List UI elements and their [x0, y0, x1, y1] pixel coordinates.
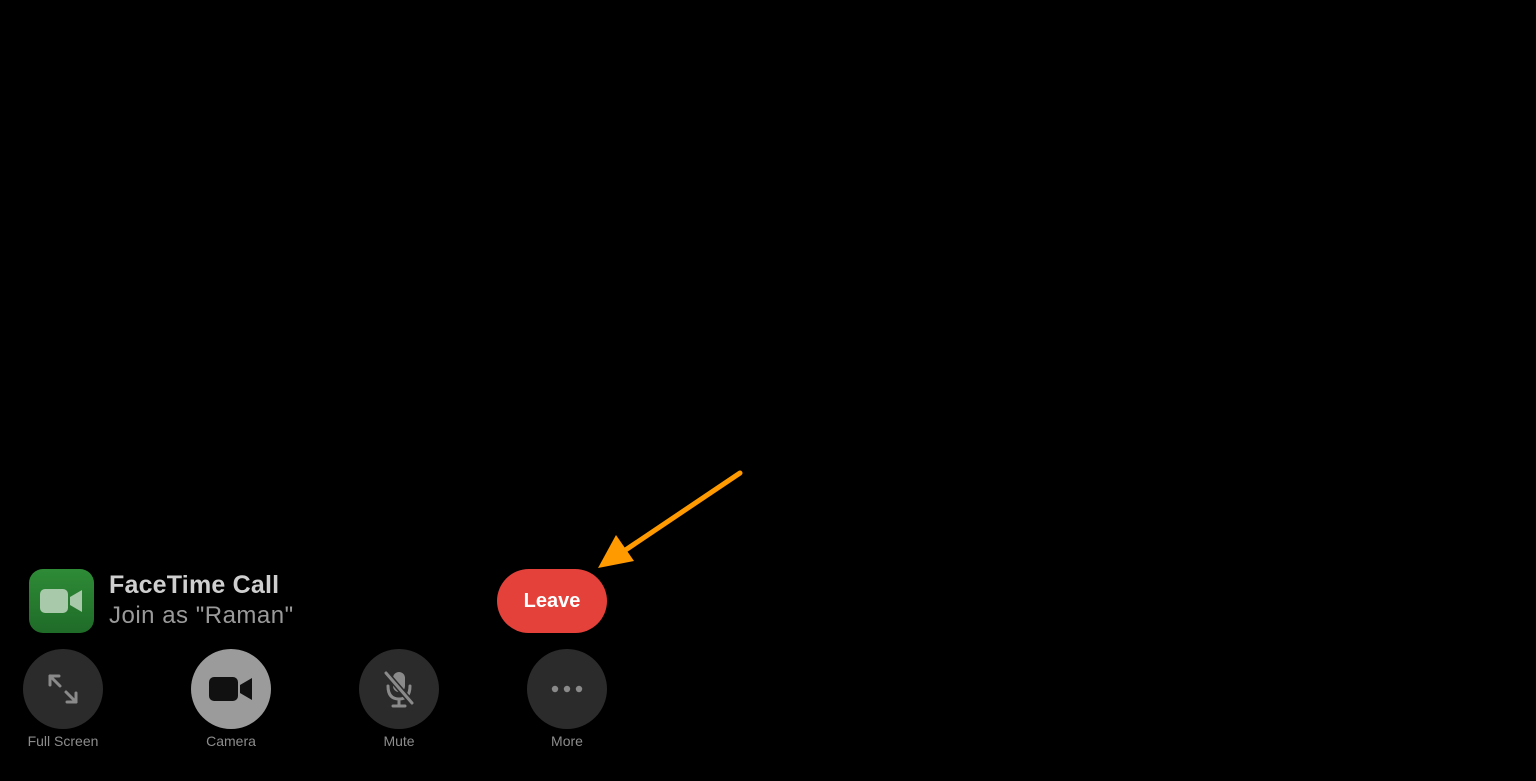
video-camera-icon: [39, 589, 82, 613]
leave-button[interactable]: Leave: [497, 569, 607, 633]
more-circle[interactable]: [527, 649, 607, 729]
more-label: More: [551, 733, 583, 749]
call-header: FaceTime Call Join as "Raman": [29, 569, 294, 633]
full-screen-circle[interactable]: [23, 649, 103, 729]
microphone-slash-icon: [383, 670, 415, 708]
mute-label: Mute: [383, 733, 415, 749]
facetime-app-icon: [29, 569, 94, 633]
more-button[interactable]: More: [527, 649, 607, 750]
camera-circle[interactable]: [191, 649, 271, 729]
camera-label: Camera: [206, 733, 256, 749]
expand-arrows-icon: [48, 674, 78, 704]
mute-button[interactable]: Mute: [359, 649, 439, 750]
full-screen-label: Full Screen: [27, 733, 99, 749]
full-screen-button[interactable]: Full Screen: [23, 649, 103, 750]
annotation-arrow-icon: [598, 470, 743, 568]
call-title: FaceTime Call: [109, 571, 280, 599]
video-camera-icon: [209, 677, 252, 701]
call-subtitle: Join as "Raman": [109, 602, 294, 629]
call-screen: FaceTime Call Join as "Raman" Leave Full…: [0, 0, 1536, 781]
camera-button[interactable]: Camera: [191, 649, 271, 750]
ellipsis-icon: [551, 685, 583, 693]
mute-circle[interactable]: [359, 649, 439, 729]
call-header-text: FaceTime Call Join as "Raman": [109, 570, 294, 632]
